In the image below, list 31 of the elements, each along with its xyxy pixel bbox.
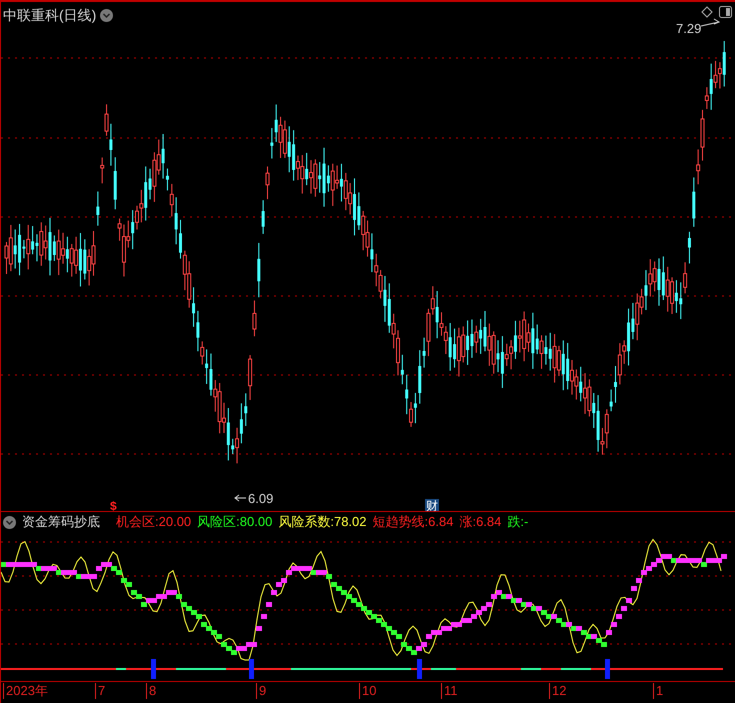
dropdown-icon[interactable] xyxy=(100,9,114,22)
indicator-value: 6.84 xyxy=(428,513,454,532)
panel-toggle-icon[interactable] xyxy=(719,6,732,18)
indicator-label: 涨: xyxy=(459,513,476,532)
dividend-marker[interactable]: $ xyxy=(110,499,117,511)
high-price-label: 7.29 xyxy=(676,21,702,36)
chart-title: 中联重科(日线) xyxy=(3,6,96,25)
axis-label: 10 xyxy=(359,683,376,699)
axis-label: 9 xyxy=(256,683,266,699)
axis-label: 8 xyxy=(146,683,156,699)
indicator-label: 短趋势线: xyxy=(372,513,428,532)
indicator-value: - xyxy=(524,513,528,532)
indicator-value: 80.00 xyxy=(240,513,272,532)
arrow-icon xyxy=(700,18,720,26)
dropdown-icon[interactable] xyxy=(3,516,16,528)
axis-label: 11 xyxy=(441,683,458,699)
indicator-value: 20.00 xyxy=(158,513,192,532)
axis-label: 12 xyxy=(549,683,566,699)
axis-label: 2023年 xyxy=(3,683,48,699)
low-price-label: 6.09 xyxy=(248,491,274,506)
indicator-label: 风险系数: xyxy=(278,513,334,532)
indicator-name: 资金筹码抄底 xyxy=(22,513,100,532)
axis-label: 1 xyxy=(653,683,664,699)
indicator-value: 6.84 xyxy=(476,513,502,532)
axis-label: 7 xyxy=(95,683,106,699)
arrow-icon xyxy=(234,494,246,502)
indicator-label: 跌: xyxy=(507,513,524,532)
indicator-label: 风险区: xyxy=(197,513,240,532)
diamond-icon[interactable] xyxy=(701,6,713,18)
indicator-value: 78.02 xyxy=(334,513,367,532)
indicator-label: 机会区: xyxy=(116,513,159,532)
